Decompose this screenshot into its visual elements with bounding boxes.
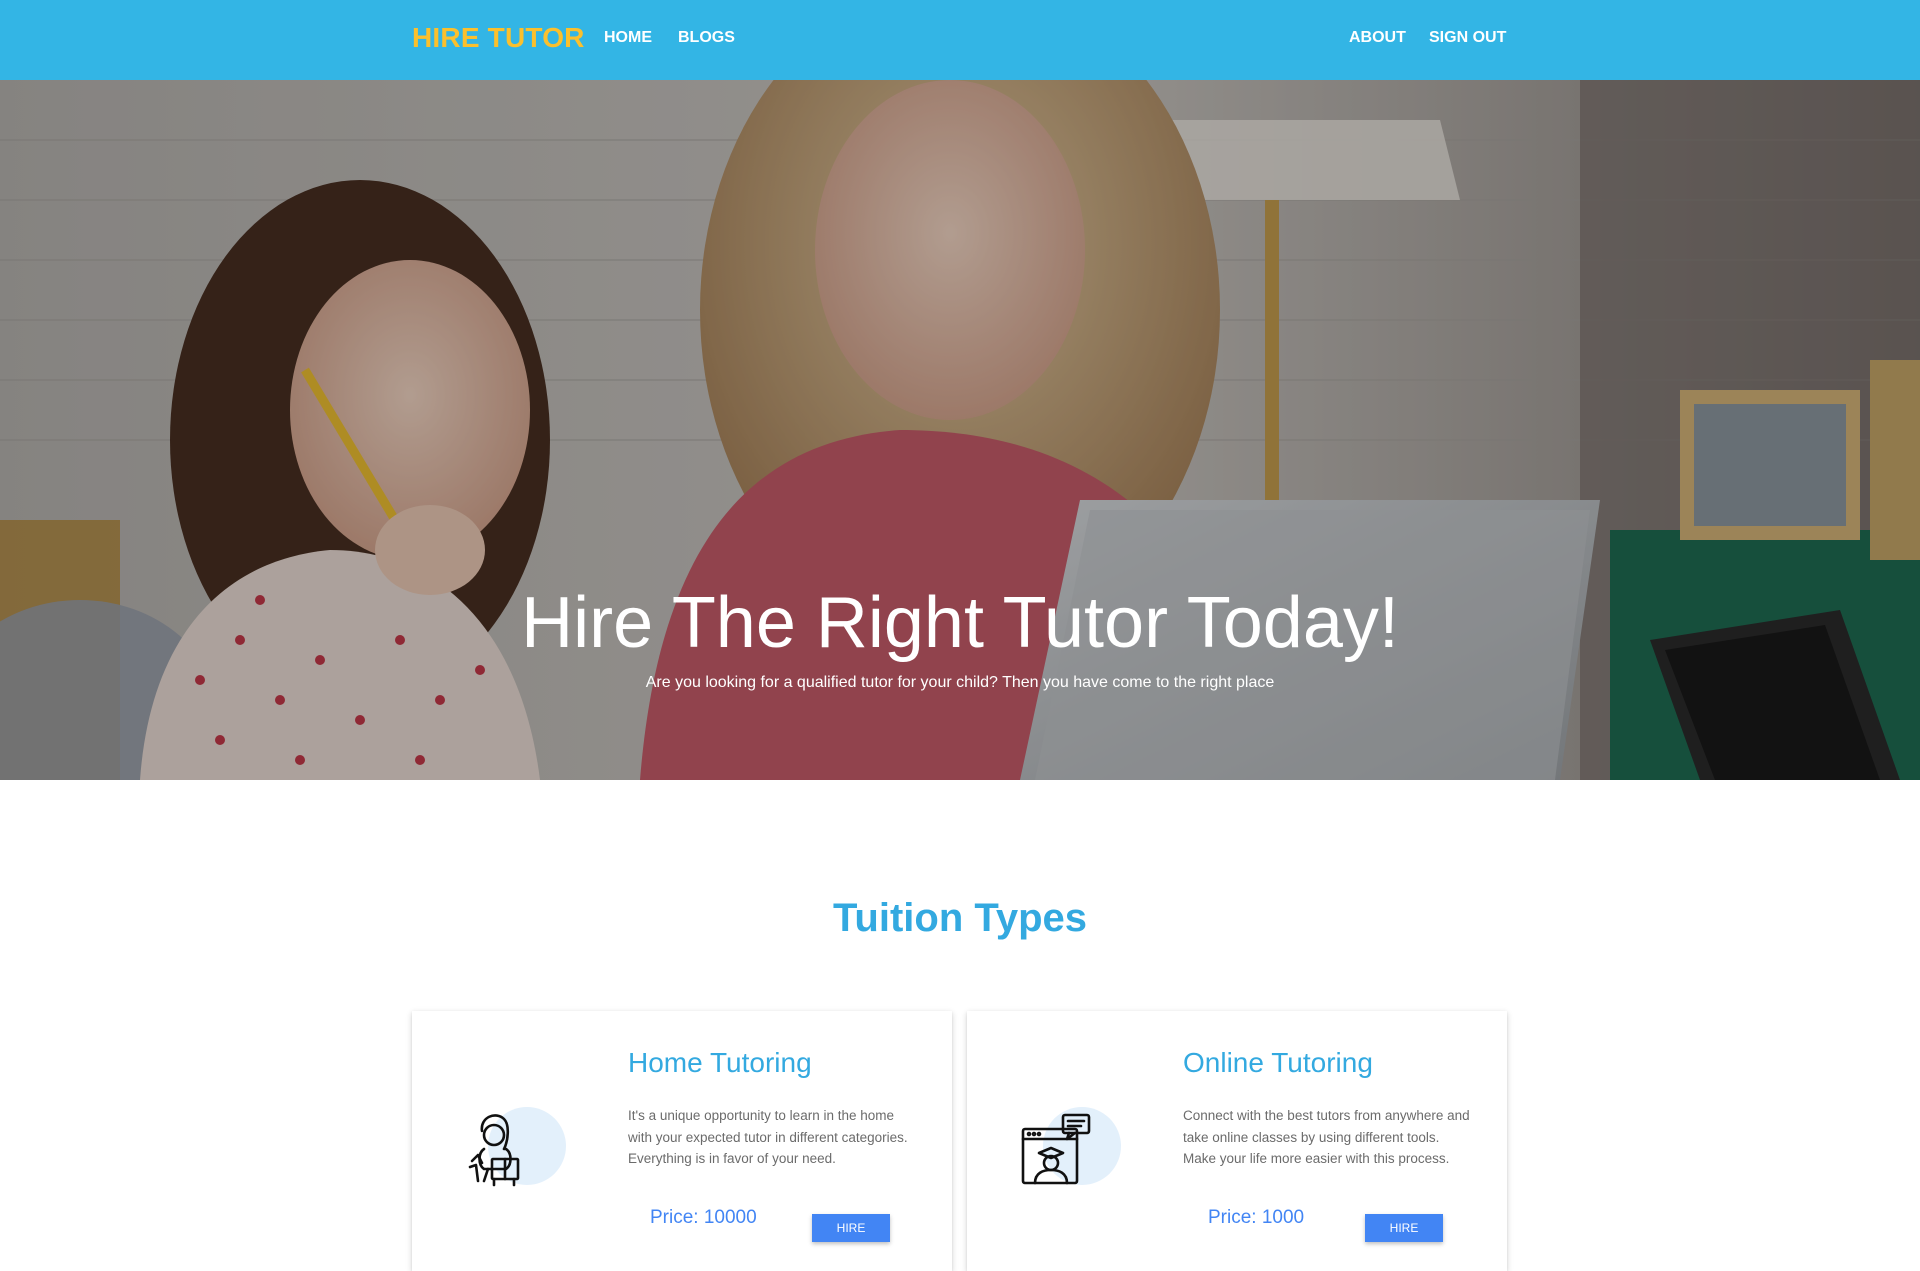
card-title: Home Tutoring: [628, 1047, 812, 1078]
nav-about-link[interactable]: ABOUT: [1349, 29, 1406, 47]
hero-section: Hire The Right Tutor Today! Are you look…: [0, 80, 1920, 780]
online-tutoring-icon-wrap: [1003, 1095, 1121, 1205]
top-navbar: HIRE TUTOR HOME BLOGS ABOUT SIGN OUT: [0, 0, 1920, 80]
hire-button[interactable]: HIRE: [1365, 1214, 1443, 1242]
girl-reading-book-icon: [468, 1114, 520, 1187]
online-teacher-screen-icon: [1021, 1113, 1091, 1185]
card-title: Online Tutoring: [1183, 1047, 1373, 1078]
brand-logo-link[interactable]: HIRE TUTOR: [412, 22, 585, 54]
nav-home-link[interactable]: HOME: [604, 29, 652, 47]
nav-sign-out-link[interactable]: SIGN OUT: [1429, 29, 1506, 47]
online-tutoring-card: Online Tutoring Connect with the best tu…: [967, 1011, 1507, 1271]
hire-button[interactable]: HIRE: [812, 1214, 890, 1242]
card-description: Connect with the best tutors from anywhe…: [1183, 1108, 1470, 1166]
card-price: Price: 10000: [650, 1207, 757, 1228]
hero-title: Hire The Right Tutor Today!: [521, 583, 1399, 663]
card-price: Price: 1000: [1208, 1207, 1305, 1228]
section-title: Tuition Types: [832, 896, 1088, 940]
home-tutoring-card: Home Tutoring It's a unique opportunity …: [412, 1011, 952, 1271]
hero-subtitle: Are you looking for a qualified tutor fo…: [645, 674, 1275, 691]
nav-blogs-link[interactable]: BLOGS: [678, 29, 735, 47]
card-description: It's a unique opportunity to learn in th…: [628, 1108, 908, 1166]
home-tutoring-icon-wrap: [448, 1095, 566, 1205]
